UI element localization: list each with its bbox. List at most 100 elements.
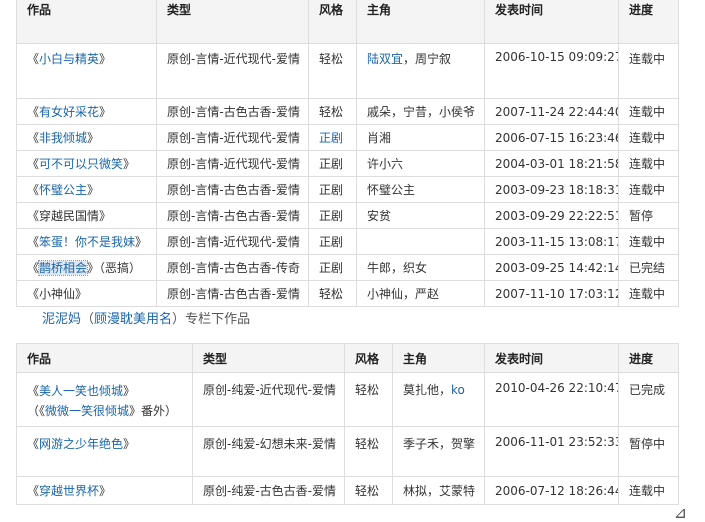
table-header-row: 作品 类型 风格 主角 发表时间 进度 — [16, 0, 679, 44]
col-header-genre: 类型 — [156, 0, 309, 44]
style-cell: 轻松 — [344, 476, 393, 505]
lead-cell: 莫扎他，ko — [392, 372, 485, 427]
lead-cell: 肖湘 — [356, 124, 485, 151]
col-header-lead: 主角 — [356, 0, 485, 44]
work-title-link[interactable]: 怀璧公主 — [39, 183, 87, 197]
genre-cell: 原创-言情-近代现代-爱情 — [156, 124, 309, 151]
lead-cell: 怀璧公主 — [356, 176, 485, 203]
work-title-link-focused[interactable]: 鹊桥相会 — [38, 260, 89, 276]
table-row: 《穿越民国情》 原创-言情-古色古香-爱情 正剧 安贫 2003-09-29 2… — [16, 202, 679, 229]
col-header-title: 作品 — [16, 343, 193, 373]
extra-title-link[interactable]: 微微一笑很倾城 — [45, 404, 129, 418]
col-header-date: 发表时间 — [484, 343, 619, 373]
partial-icon: ⊿ — [673, 503, 687, 522]
genre-cell: 原创-言情-古色古香-爱情 — [156, 280, 309, 307]
genre-cell: 原创-纯爱-近代现代-爱情 — [192, 372, 345, 427]
lead-cell: 牛郎，织女 — [356, 254, 485, 281]
work-title-text: 穿越民国情 — [39, 209, 100, 223]
col-header-title: 作品 — [16, 0, 157, 44]
style-cell: 轻松 — [308, 98, 357, 125]
style-cell: 正剧 — [308, 176, 357, 203]
work-title-cell: 《可不可以只微笑》 — [16, 150, 157, 177]
lead-cell: 许小六 — [356, 150, 485, 177]
style-link[interactable]: 正剧 — [319, 131, 343, 145]
col-header-style: 风格 — [344, 343, 393, 373]
date-cell: 2006-11-01 23:52:33 — [484, 426, 619, 477]
table-row: 《有女好采花》 原创-言情-古色古香-爱情 轻松 戚朵，宁昔，小侯爷 2007-… — [16, 98, 679, 125]
work-title-link[interactable]: 非我倾城 — [39, 131, 87, 145]
table-row: 《小白与精英》 原创-言情-近代现代-爱情 轻松 陆双宜，周宁叙 2006-10… — [16, 43, 679, 99]
style-cell: 轻松 — [344, 426, 393, 477]
lead-link[interactable]: 陆双宜 — [367, 52, 403, 66]
date-cell: 2006-07-15 16:23:46 — [484, 124, 619, 151]
col-header-date: 发表时间 — [484, 0, 619, 44]
lead-cell: 林拟，艾蒙特 — [392, 476, 485, 505]
work-title-cell: 《有女好采花》 — [16, 98, 157, 125]
genre-cell: 原创-言情-近代现代-爱情 — [156, 150, 309, 177]
status-cell: 连载中 — [618, 124, 679, 151]
lead-cell: 小神仙，严赵 — [356, 280, 485, 307]
works-table-nini-ma: 作品 类型 风格 主角 发表时间 进度 《美人一笑也倾城》 （《微微一笑很倾城》… — [16, 343, 679, 505]
style-cell: 正剧 — [308, 124, 357, 151]
genre-cell: 原创-言情-古色古香-爱情 — [156, 202, 309, 229]
style-cell: 正剧 — [308, 150, 357, 177]
status-cell: 连载中 — [618, 280, 679, 307]
status-cell: 连载中 — [618, 228, 679, 255]
column-section-title: 泥泥妈（顾漫耽美用名）专栏下作品 — [42, 312, 251, 327]
date-cell: 2006-07-12 18:26:44 — [484, 476, 619, 505]
style-cell: 轻松 — [308, 43, 357, 99]
status-cell: 已完结 — [618, 254, 679, 281]
lead-link[interactable]: ko — [451, 383, 465, 397]
lead-cell: 戚朵，宁昔，小侯爷 — [356, 98, 485, 125]
genre-cell: 原创-纯爱-古色古香-爱情 — [192, 476, 345, 505]
status-cell: 连载中 — [618, 476, 679, 505]
work-title-cell: 《鹊桥相会》（恶搞） — [16, 254, 157, 281]
col-header-status: 进度 — [618, 343, 679, 373]
work-title-cell: 《网游之少年绝色》 — [16, 426, 193, 477]
style-cell: 轻松 — [344, 372, 393, 427]
table-row: 《笨蛋！你不是我妹》 原创-言情-近代现代-爱情 正剧 2003-11-15 1… — [16, 228, 679, 255]
status-cell: 连载中 — [618, 176, 679, 203]
genre-cell: 原创-纯爱-幻想未来-爱情 — [192, 426, 345, 477]
lead-cell: 陆双宜，周宁叙 — [356, 43, 485, 99]
status-cell: 暂停中 — [618, 426, 679, 477]
table-row: 《非我倾城》 原创-言情-近代现代-爱情 正剧 肖湘 2006-07-15 16… — [16, 124, 679, 151]
work-title-link[interactable]: 美人一笑也倾城 — [39, 384, 123, 398]
style-cell: 正剧 — [308, 228, 357, 255]
genre-cell: 原创-言情-古色古香-爱情 — [156, 176, 309, 203]
date-cell: 2003-09-25 14:42:14 — [484, 254, 619, 281]
lead-cell: 安贫 — [356, 202, 485, 229]
works-table-gu-man: 作品 类型 风格 主角 发表时间 进度 《小白与精英》 原创-言情-近代现代-爱… — [16, 0, 679, 307]
status-cell: 连载中 — [618, 98, 679, 125]
date-cell: 2006-10-15 09:09:27 — [484, 43, 619, 99]
work-title-cell: 《笨蛋！你不是我妹》 — [16, 228, 157, 255]
table-row: 《小神仙》 原创-言情-古色古香-爱情 轻松 小神仙，严赵 2007-11-10… — [16, 280, 679, 307]
status-cell: 暂停 — [618, 202, 679, 229]
work-title-cell: 《非我倾城》 — [16, 124, 157, 151]
table-row: 《网游之少年绝色》 原创-纯爱-幻想未来-爱情 轻松 季子禾，贺擎 2006-1… — [16, 426, 679, 477]
section-suffix: 专栏下作品 — [185, 312, 251, 327]
date-cell: 2010-04-26 22:10:47 — [484, 372, 619, 427]
genre-cell: 原创-言情-古色古香-传奇 — [156, 254, 309, 281]
date-cell: 2007-11-10 17:03:12 — [484, 280, 619, 307]
work-title-link[interactable]: 网游之少年绝色 — [39, 437, 123, 451]
work-title-link[interactable]: 有女好采花 — [39, 105, 99, 119]
work-title-link[interactable]: 笨蛋！你不是我妹 — [39, 235, 135, 249]
column-author-link[interactable]: 泥泥妈 — [42, 312, 81, 327]
status-cell: 已完成 — [618, 372, 679, 427]
table-row: 《怀璧公主》 原创-言情-古色古香-爱情 正剧 怀璧公主 2003-09-23 … — [16, 176, 679, 203]
date-cell: 2003-09-23 18:18:31 — [484, 176, 619, 203]
work-title-cell: 《穿越民国情》 — [16, 202, 157, 229]
genre-cell: 原创-言情-古色古香-爱情 — [156, 98, 309, 125]
work-title-cell: 《小白与精英》 — [16, 43, 157, 99]
genre-cell: 原创-言情-近代现代-爱情 — [156, 228, 309, 255]
work-title-link[interactable]: 小白与精英 — [39, 52, 99, 66]
date-cell: 2007-11-24 22:44:40 — [484, 98, 619, 125]
work-title-cell: 《美人一笑也倾城》 （《微微一笑很倾城》番外） — [16, 372, 193, 427]
work-title-link[interactable]: 穿越世界杯 — [39, 484, 99, 498]
work-title-link[interactable]: 可不可以只微笑 — [39, 157, 123, 171]
work-note: （恶搞） — [99, 261, 142, 275]
table-row: 《穿越世界杯》 原创-纯爱-古色古香-爱情 轻松 林拟，艾蒙特 2006-07-… — [16, 476, 679, 505]
style-cell: 轻松 — [308, 280, 357, 307]
column-alias-link[interactable]: 顾漫耽美用名 — [94, 312, 172, 327]
